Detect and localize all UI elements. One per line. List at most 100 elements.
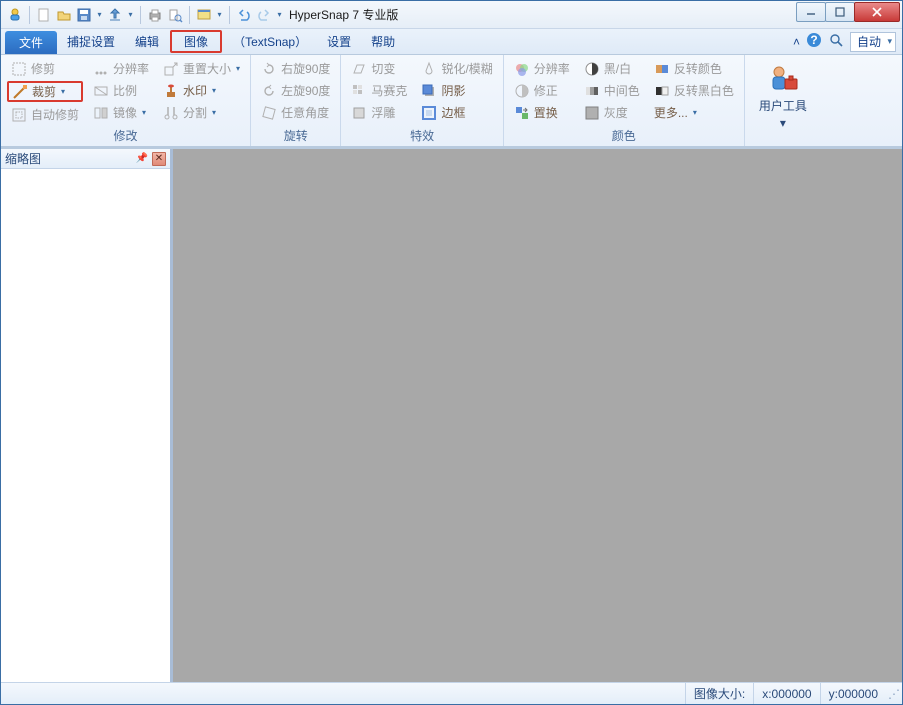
- sharpen-blur-button[interactable]: 锐化/模糊: [417, 59, 496, 78]
- border-icon: [421, 105, 437, 121]
- pin-icon[interactable]: 📌: [135, 152, 149, 166]
- ratio-button[interactable]: 比例: [89, 81, 153, 100]
- mosaic-label: 马赛克: [371, 82, 407, 99]
- print-icon[interactable]: [147, 7, 163, 23]
- redo-icon[interactable]: [256, 7, 272, 23]
- color-correction-button[interactable]: 修正: [510, 81, 574, 100]
- group-label-usertools: [751, 134, 815, 150]
- resolution-button[interactable]: 分辨率: [89, 59, 153, 78]
- tab-file[interactable]: 文件: [5, 31, 57, 54]
- capture-dropdown-icon[interactable]: ▾: [216, 7, 223, 23]
- color-replace-icon: [514, 105, 530, 121]
- mirror-icon: [93, 105, 109, 121]
- ribbon-group-modify: 修剪 裁剪▾ 自动修剪 分辨率 比例 镜像▾ 重置大小▾ 水印▾ 分割▾ 修改: [1, 55, 251, 146]
- collapse-ribbon-icon[interactable]: ˄: [793, 35, 800, 49]
- canvas-area[interactable]: [173, 149, 902, 682]
- trim-label: 修剪: [31, 60, 55, 77]
- save-dropdown-icon[interactable]: ▾: [96, 7, 103, 23]
- search-icon[interactable]: [828, 32, 844, 51]
- user-tools-button[interactable]: 用户工具 ▾: [751, 59, 815, 134]
- tabrow-right: ˄ ? 自动: [793, 29, 896, 54]
- gray-button[interactable]: 灰度: [580, 103, 644, 122]
- upload-dropdown-icon[interactable]: ▾: [127, 7, 134, 23]
- watermark-button[interactable]: 水印▾: [159, 81, 244, 100]
- svg-text:?: ?: [810, 33, 817, 47]
- tab-settings[interactable]: 设置: [317, 29, 361, 54]
- open-icon[interactable]: [56, 7, 72, 23]
- resize-button[interactable]: 重置大小▾: [159, 59, 244, 78]
- capture-icon[interactable]: [196, 7, 212, 23]
- invert-label: 反转颜色: [674, 60, 722, 77]
- color-resolution-button[interactable]: 分辨率: [510, 59, 574, 78]
- tab-help[interactable]: 帮助: [361, 29, 405, 54]
- rotate-left-button[interactable]: 左旋90度: [257, 81, 334, 100]
- border-button[interactable]: 边框: [417, 103, 496, 122]
- color-resolution-label: 分辨率: [534, 60, 570, 77]
- thumbnails-body: [1, 169, 170, 682]
- new-icon[interactable]: [36, 7, 52, 23]
- trim-button[interactable]: 修剪: [7, 59, 83, 78]
- tab-edit[interactable]: 编辑: [125, 29, 169, 54]
- mirror-label: 镜像: [113, 104, 137, 121]
- invert-bw-icon: [654, 83, 670, 99]
- user-tools-label: 用户工具: [759, 97, 807, 114]
- ribbon-group-usertools: 用户工具 ▾: [745, 55, 821, 146]
- help-icon[interactable]: ?: [806, 32, 822, 51]
- sharpen-icon: [421, 61, 437, 77]
- split-label: 分割: [183, 104, 207, 121]
- content-area: 缩略图 📌 ✕: [1, 147, 902, 682]
- shadow-button[interactable]: 阴影: [417, 81, 496, 100]
- more-color-button[interactable]: 更多...▾: [650, 103, 738, 122]
- close-button[interactable]: [854, 2, 900, 22]
- tab-textsnap[interactable]: （TextSnap）: [223, 29, 317, 54]
- split-button[interactable]: 分割▾: [159, 103, 244, 122]
- maximize-button[interactable]: [825, 2, 855, 22]
- emboss-label: 浮雕: [371, 104, 395, 121]
- separator-icon: [189, 6, 190, 24]
- thumbnails-panel: 缩略图 📌 ✕: [1, 149, 173, 682]
- chevron-down-icon: ▾: [236, 64, 240, 73]
- print-preview-icon[interactable]: [167, 7, 183, 23]
- mirror-button[interactable]: 镜像▾: [89, 103, 153, 122]
- tab-image[interactable]: 图像: [170, 30, 222, 53]
- panel-close-button[interactable]: ✕: [152, 152, 166, 166]
- emboss-button[interactable]: 浮雕: [347, 103, 411, 122]
- crop-button[interactable]: 裁剪▾: [7, 81, 83, 102]
- mosaic-button[interactable]: 马赛克: [347, 81, 411, 100]
- auto-trim-button[interactable]: 自动修剪: [7, 105, 83, 124]
- zoom-dropdown[interactable]: 自动: [850, 32, 896, 52]
- invert-button[interactable]: 反转颜色: [650, 59, 738, 78]
- auto-trim-label: 自动修剪: [31, 106, 79, 123]
- resize-grip-icon[interactable]: ⋰: [886, 687, 902, 701]
- invert-bw-button[interactable]: 反转黑白色: [650, 81, 738, 100]
- auto-trim-icon: [11, 107, 27, 123]
- shear-button[interactable]: 切变: [347, 59, 411, 78]
- midtone-icon: [584, 83, 600, 99]
- gray-label: 灰度: [604, 104, 628, 121]
- color-replace-button[interactable]: 置换: [510, 103, 574, 122]
- minimize-button[interactable]: [796, 2, 826, 22]
- color-correction-label: 修正: [534, 82, 558, 99]
- tab-capture-settings[interactable]: 捕捉设置: [57, 29, 125, 54]
- rotate-any-button[interactable]: 任意角度: [257, 103, 334, 122]
- resolution-label: 分辨率: [113, 60, 149, 77]
- user-tools-icon: [767, 63, 799, 95]
- separator-icon: [229, 6, 230, 24]
- midtone-button[interactable]: 中间色: [580, 81, 644, 100]
- ribbon: 修剪 裁剪▾ 自动修剪 分辨率 比例 镜像▾ 重置大小▾ 水印▾ 分割▾ 修改 …: [1, 55, 902, 147]
- bw-button[interactable]: 黑/白: [580, 59, 644, 78]
- upload-icon[interactable]: [107, 7, 123, 23]
- status-x: x:000000: [753, 683, 819, 704]
- save-icon[interactable]: [76, 7, 92, 23]
- shadow-icon: [421, 83, 437, 99]
- status-y: y:000000: [820, 683, 886, 704]
- qat-customize-dropdown-icon[interactable]: ▾: [276, 7, 283, 23]
- chevron-down-icon: ▾: [780, 116, 786, 130]
- rotate-right-button[interactable]: 右旋90度: [257, 59, 334, 78]
- chevron-down-icon: ▾: [212, 86, 216, 95]
- ratio-icon: [93, 83, 109, 99]
- ribbon-group-effects: 切变 马赛克 浮雕 锐化/模糊 阴影 边框 特效: [341, 55, 503, 146]
- undo-icon[interactable]: [236, 7, 252, 23]
- color-resolution-icon: [514, 61, 530, 77]
- rotate-left-label: 左旋90度: [281, 82, 330, 99]
